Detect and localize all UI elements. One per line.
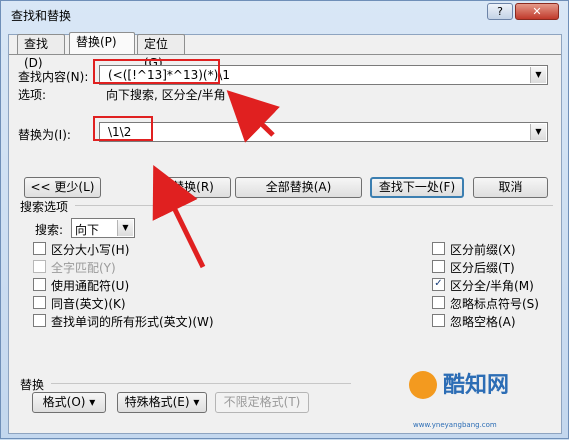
- annotation-arrow-2: [152, 165, 206, 269]
- annotation-arrow-1: [226, 90, 280, 143]
- watermark-brand: 酷知网: [443, 373, 510, 398]
- watermark-logo-icon: [409, 371, 437, 399]
- watermark-site: www.yneyangbang.com: [413, 421, 497, 429]
- find-replace-dialog: 查找和替换 ? ✕ 查找(D) 替换(P) 定位(G) 查找内容(N): (<(…: [0, 0, 569, 439]
- watermark: 酷知网 www.yneyangbang.com: [409, 365, 529, 435]
